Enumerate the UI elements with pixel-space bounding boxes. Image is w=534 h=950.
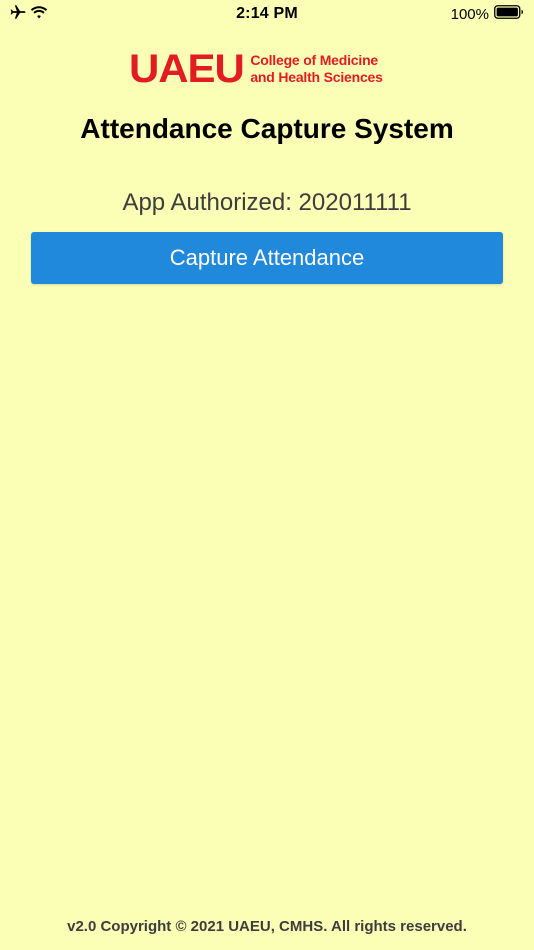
- status-bar: 2:14 PM 100%: [0, 0, 534, 30]
- battery-percentage: 100%: [450, 6, 489, 23]
- logo-mark: UAEU: [129, 47, 245, 91]
- footer-copyright: v2.0 Copyright © 2021 UAEU, CMHS. All ri…: [67, 918, 467, 935]
- battery-icon: [494, 5, 524, 24]
- capture-attendance-button[interactable]: Capture Attendance: [31, 232, 503, 284]
- uaeu-logo: UAEU College of Medicine and Health Scie…: [129, 47, 383, 91]
- page-title: Attendance Capture System: [80, 113, 454, 144]
- logo-line-2: and Health Sciences: [250, 69, 383, 85]
- logo-college-name: College of Medicine and Health Sciences: [250, 52, 383, 86]
- status-right: 100%: [451, 5, 524, 24]
- logo-line-1: College of Medicine: [250, 52, 379, 68]
- authorization-status: App Authorized: 202011111: [122, 189, 412, 216]
